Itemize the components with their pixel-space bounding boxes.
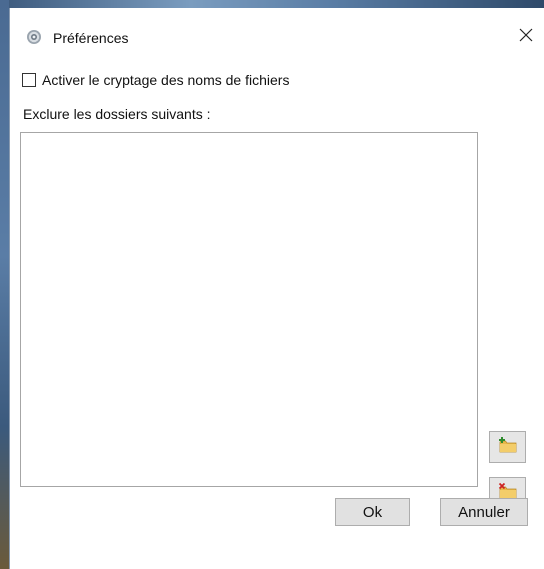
desktop-background-left (0, 0, 9, 569)
ok-button[interactable]: Ok (335, 498, 410, 526)
preferences-dialog: Préférences Activer le cryptage des noms… (9, 8, 544, 569)
window-title: Préférences (53, 30, 129, 46)
close-button[interactable] (509, 22, 543, 52)
desktop-background-top (0, 0, 544, 8)
excluded-folders-list[interactable] (20, 132, 478, 487)
add-folder-button[interactable] (489, 431, 526, 463)
encrypt-filenames-option[interactable]: Activer le cryptage des noms de fichiers (22, 72, 289, 88)
close-icon (519, 28, 533, 47)
gear-icon (26, 29, 42, 45)
exclude-folders-label: Exclure les dossiers suivants : (23, 106, 211, 122)
title-bar[interactable]: Préférences (10, 8, 544, 54)
cancel-button[interactable]: Annuler (440, 498, 528, 526)
folder-add-icon (498, 436, 518, 459)
encrypt-filenames-checkbox[interactable] (22, 73, 36, 87)
encrypt-filenames-label: Activer le cryptage des noms de fichiers (42, 72, 290, 88)
